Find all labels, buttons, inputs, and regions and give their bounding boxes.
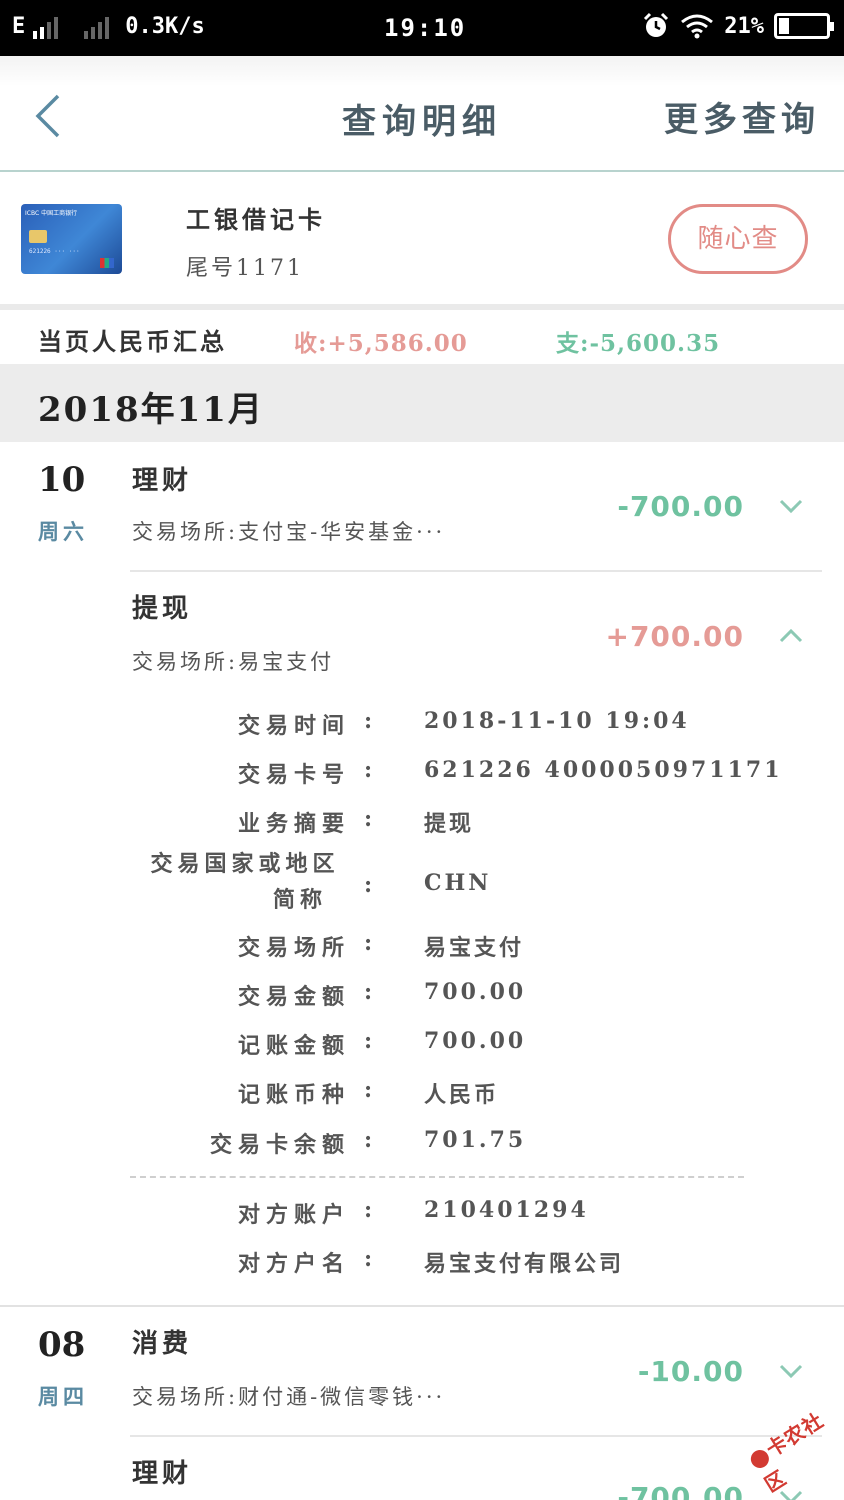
- network-type: E: [12, 14, 26, 39]
- detail-colon: :: [364, 930, 373, 956]
- alarm-icon: [644, 12, 669, 37]
- transaction-item[interactable]: 理财 -700.00: [0, 1437, 844, 1500]
- quick-query-button[interactable]: 随心查: [668, 204, 808, 274]
- detail-colon: :: [364, 979, 373, 1005]
- battery-percent: 21%: [724, 13, 764, 39]
- detail-label: 交易金额: [237, 984, 350, 1010]
- summary-expense: 支:-5,600.35: [556, 330, 721, 357]
- detail-label: 记账金额: [237, 1033, 350, 1059]
- status-right: 21%: [642, 12, 834, 40]
- txn-amount: -700.00: [617, 490, 744, 523]
- card-bank-text: ICBC 中国工商银行: [25, 210, 78, 217]
- detail-value: 700.00: [424, 979, 527, 1005]
- txn-type: 消费: [132, 1329, 193, 1359]
- detail-value: 易宝支付有限公司: [424, 1251, 625, 1277]
- bank-card-image: ICBC 中国工商银行 621226 ··· ···: [21, 204, 122, 274]
- detail-colon: :: [364, 872, 373, 898]
- detail-label-line1: 交易国家或地区: [150, 851, 340, 877]
- card-number-art: 621226 ··· ···: [29, 248, 80, 255]
- detail-label: 交易卡号: [237, 762, 350, 788]
- detail-value: 701.75: [424, 1127, 527, 1153]
- txn-place: 交易场所:易宝支付: [132, 650, 335, 674]
- battery-icon: [774, 13, 834, 39]
- more-query-button[interactable]: 更多查询: [664, 92, 820, 141]
- detail-value: 210401294: [424, 1197, 589, 1223]
- detail-value: 人民币: [424, 1082, 500, 1108]
- detail-label: 业务摘要: [237, 811, 350, 837]
- detail-value: 700.00: [424, 1028, 527, 1054]
- status-bar: E 0.3K/s 19:10 21%: [0, 0, 844, 56]
- txn-weekday: 周四: [38, 1384, 88, 1409]
- detail-label-line2: 简称: [272, 887, 327, 913]
- txn-day: 08: [38, 1325, 86, 1365]
- detail-value: 提现: [424, 811, 475, 837]
- detail-label: 对方户名: [237, 1251, 350, 1277]
- txn-type: 提现: [132, 594, 193, 624]
- detail-colon: :: [364, 1127, 373, 1153]
- month-label: 2018年11月: [38, 390, 264, 430]
- network-speed: 0.3K/s: [125, 14, 205, 39]
- detail-label: 记账币种: [237, 1082, 350, 1108]
- transaction-item[interactable]: 08 周四 消费 交易场所:财付通-微信零钱··· -10.00: [0, 1307, 844, 1435]
- txn-amount: -10.00: [637, 1355, 744, 1388]
- detail-label: 交易时间: [237, 713, 350, 739]
- chevron-up-icon[interactable]: [778, 628, 804, 644]
- nav-bar: 查询明细 更多查询: [0, 56, 844, 172]
- txn-type: 理财: [132, 466, 193, 496]
- detail-colon: :: [364, 1246, 373, 1272]
- wifi-icon: [681, 14, 714, 39]
- txn-amount: -700.00: [617, 1481, 744, 1500]
- detail-value: CHN: [424, 870, 492, 896]
- clock: 19:10: [384, 14, 467, 42]
- summary-label: 当页人民币汇总: [38, 327, 227, 356]
- txn-type: 理财: [132, 1459, 193, 1489]
- transaction-item[interactable]: 10 周六 理财 交易场所:支付宝-华安基金··· -700.00: [0, 442, 844, 572]
- chevron-down-icon[interactable]: [778, 498, 804, 514]
- detail-colon: :: [364, 1077, 373, 1103]
- txn-day: 10: [38, 460, 86, 500]
- detail-value: 621226 4000050971171: [424, 757, 783, 783]
- detail-label: 交易卡余额: [209, 1132, 350, 1158]
- detail-colon: :: [364, 757, 373, 783]
- card-chip: [29, 230, 47, 243]
- card-info: ICBC 中国工商银行 621226 ··· ··· 工银借记卡 尾号1171 …: [0, 174, 844, 304]
- detail-colon: :: [364, 1197, 373, 1223]
- transaction-item-expanded[interactable]: 提现 交易场所:易宝支付 +700.00: [0, 572, 844, 1302]
- signal-icon-2: [84, 15, 110, 39]
- detail-value: 2018-11-10 19:04: [424, 708, 690, 734]
- status-left: E 0.3K/s: [12, 14, 205, 39]
- unionpay-logo: [100, 258, 114, 268]
- card-name: 工银借记卡: [186, 205, 326, 234]
- detail-value: 易宝支付: [424, 935, 525, 961]
- txn-weekday: 周六: [38, 519, 88, 544]
- chevron-down-icon[interactable]: [778, 1363, 804, 1379]
- detail-colon: :: [364, 1028, 373, 1054]
- detail-label: 交易场所: [237, 935, 350, 961]
- detail-colon: :: [364, 806, 373, 832]
- txn-place: 交易场所:支付宝-华安基金···: [132, 520, 446, 544]
- summary-row: 当页人民币汇总 收:+5,586.00 支:-5,600.35: [0, 310, 844, 364]
- txn-amount: +700.00: [605, 620, 744, 653]
- txn-place: 交易场所:财付通-微信零钱···: [132, 1385, 446, 1409]
- dashed-divider: [130, 1176, 744, 1178]
- card-tail-number: 尾号1171: [186, 256, 304, 281]
- signal-icon: [33, 15, 59, 39]
- summary-income: 收:+5,586.00: [294, 330, 468, 357]
- month-header: 2018年11月: [0, 364, 844, 442]
- detail-label: 交易国家或地区 简称: [140, 846, 350, 918]
- detail-colon: :: [364, 708, 373, 734]
- detail-label: 对方账户: [237, 1202, 350, 1228]
